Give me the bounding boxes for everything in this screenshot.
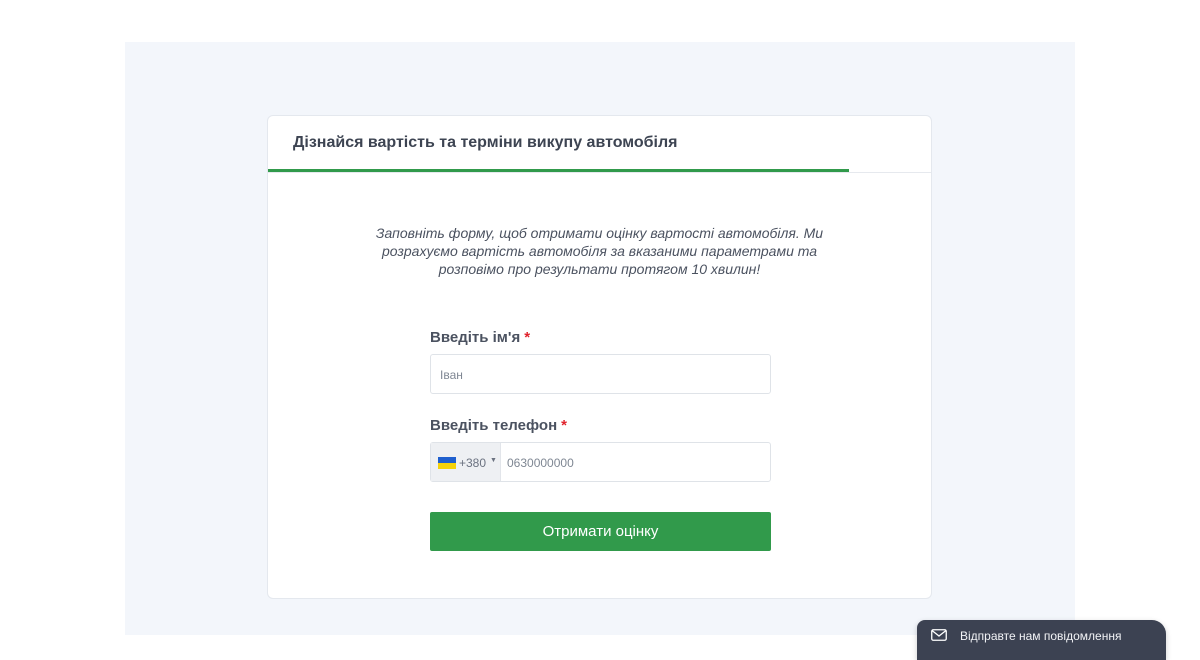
name-input[interactable]: Іван bbox=[430, 354, 771, 394]
chat-widget-button[interactable]: Відправте нам повідомлення bbox=[917, 620, 1166, 660]
form-title: Дізнайся вартість та терміни викупу авто… bbox=[293, 134, 678, 151]
country-code-selector[interactable]: +380 ▼ bbox=[431, 443, 501, 481]
form-progress-fill bbox=[268, 169, 849, 172]
phone-input: +380 ▼ 0630000000 bbox=[430, 442, 771, 482]
name-label: Введіть ім'я * bbox=[430, 329, 530, 346]
caret-down-icon: ▼ bbox=[490, 457, 497, 464]
chat-widget-label: Відправте нам повідомлення bbox=[960, 629, 1122, 643]
card-header: Дізнайся вартість та терміни викупу авто… bbox=[268, 116, 931, 173]
estimate-form-card: Дізнайся вартість та терміни викупу авто… bbox=[267, 115, 932, 599]
name-placeholder: Іван bbox=[440, 368, 463, 382]
name-label-text: Введіть ім'я bbox=[430, 329, 521, 346]
ukraine-flag-icon bbox=[438, 457, 456, 469]
phone-number-field[interactable]: 0630000000 bbox=[507, 456, 574, 470]
required-mark: * bbox=[524, 329, 531, 346]
phone-label-text: Введіть телефон bbox=[430, 417, 558, 434]
required-mark: * bbox=[561, 417, 567, 434]
dial-code: +380 bbox=[459, 456, 487, 470]
form-progress bbox=[268, 169, 931, 172]
envelope-icon bbox=[931, 629, 947, 641]
form-intro-text: Заповніть форму, щоб отримати оцінку вар… bbox=[375, 225, 824, 277]
phone-label: Введіть телефон * bbox=[430, 417, 567, 434]
get-estimate-button[interactable]: Отримати оцінку bbox=[430, 512, 771, 551]
